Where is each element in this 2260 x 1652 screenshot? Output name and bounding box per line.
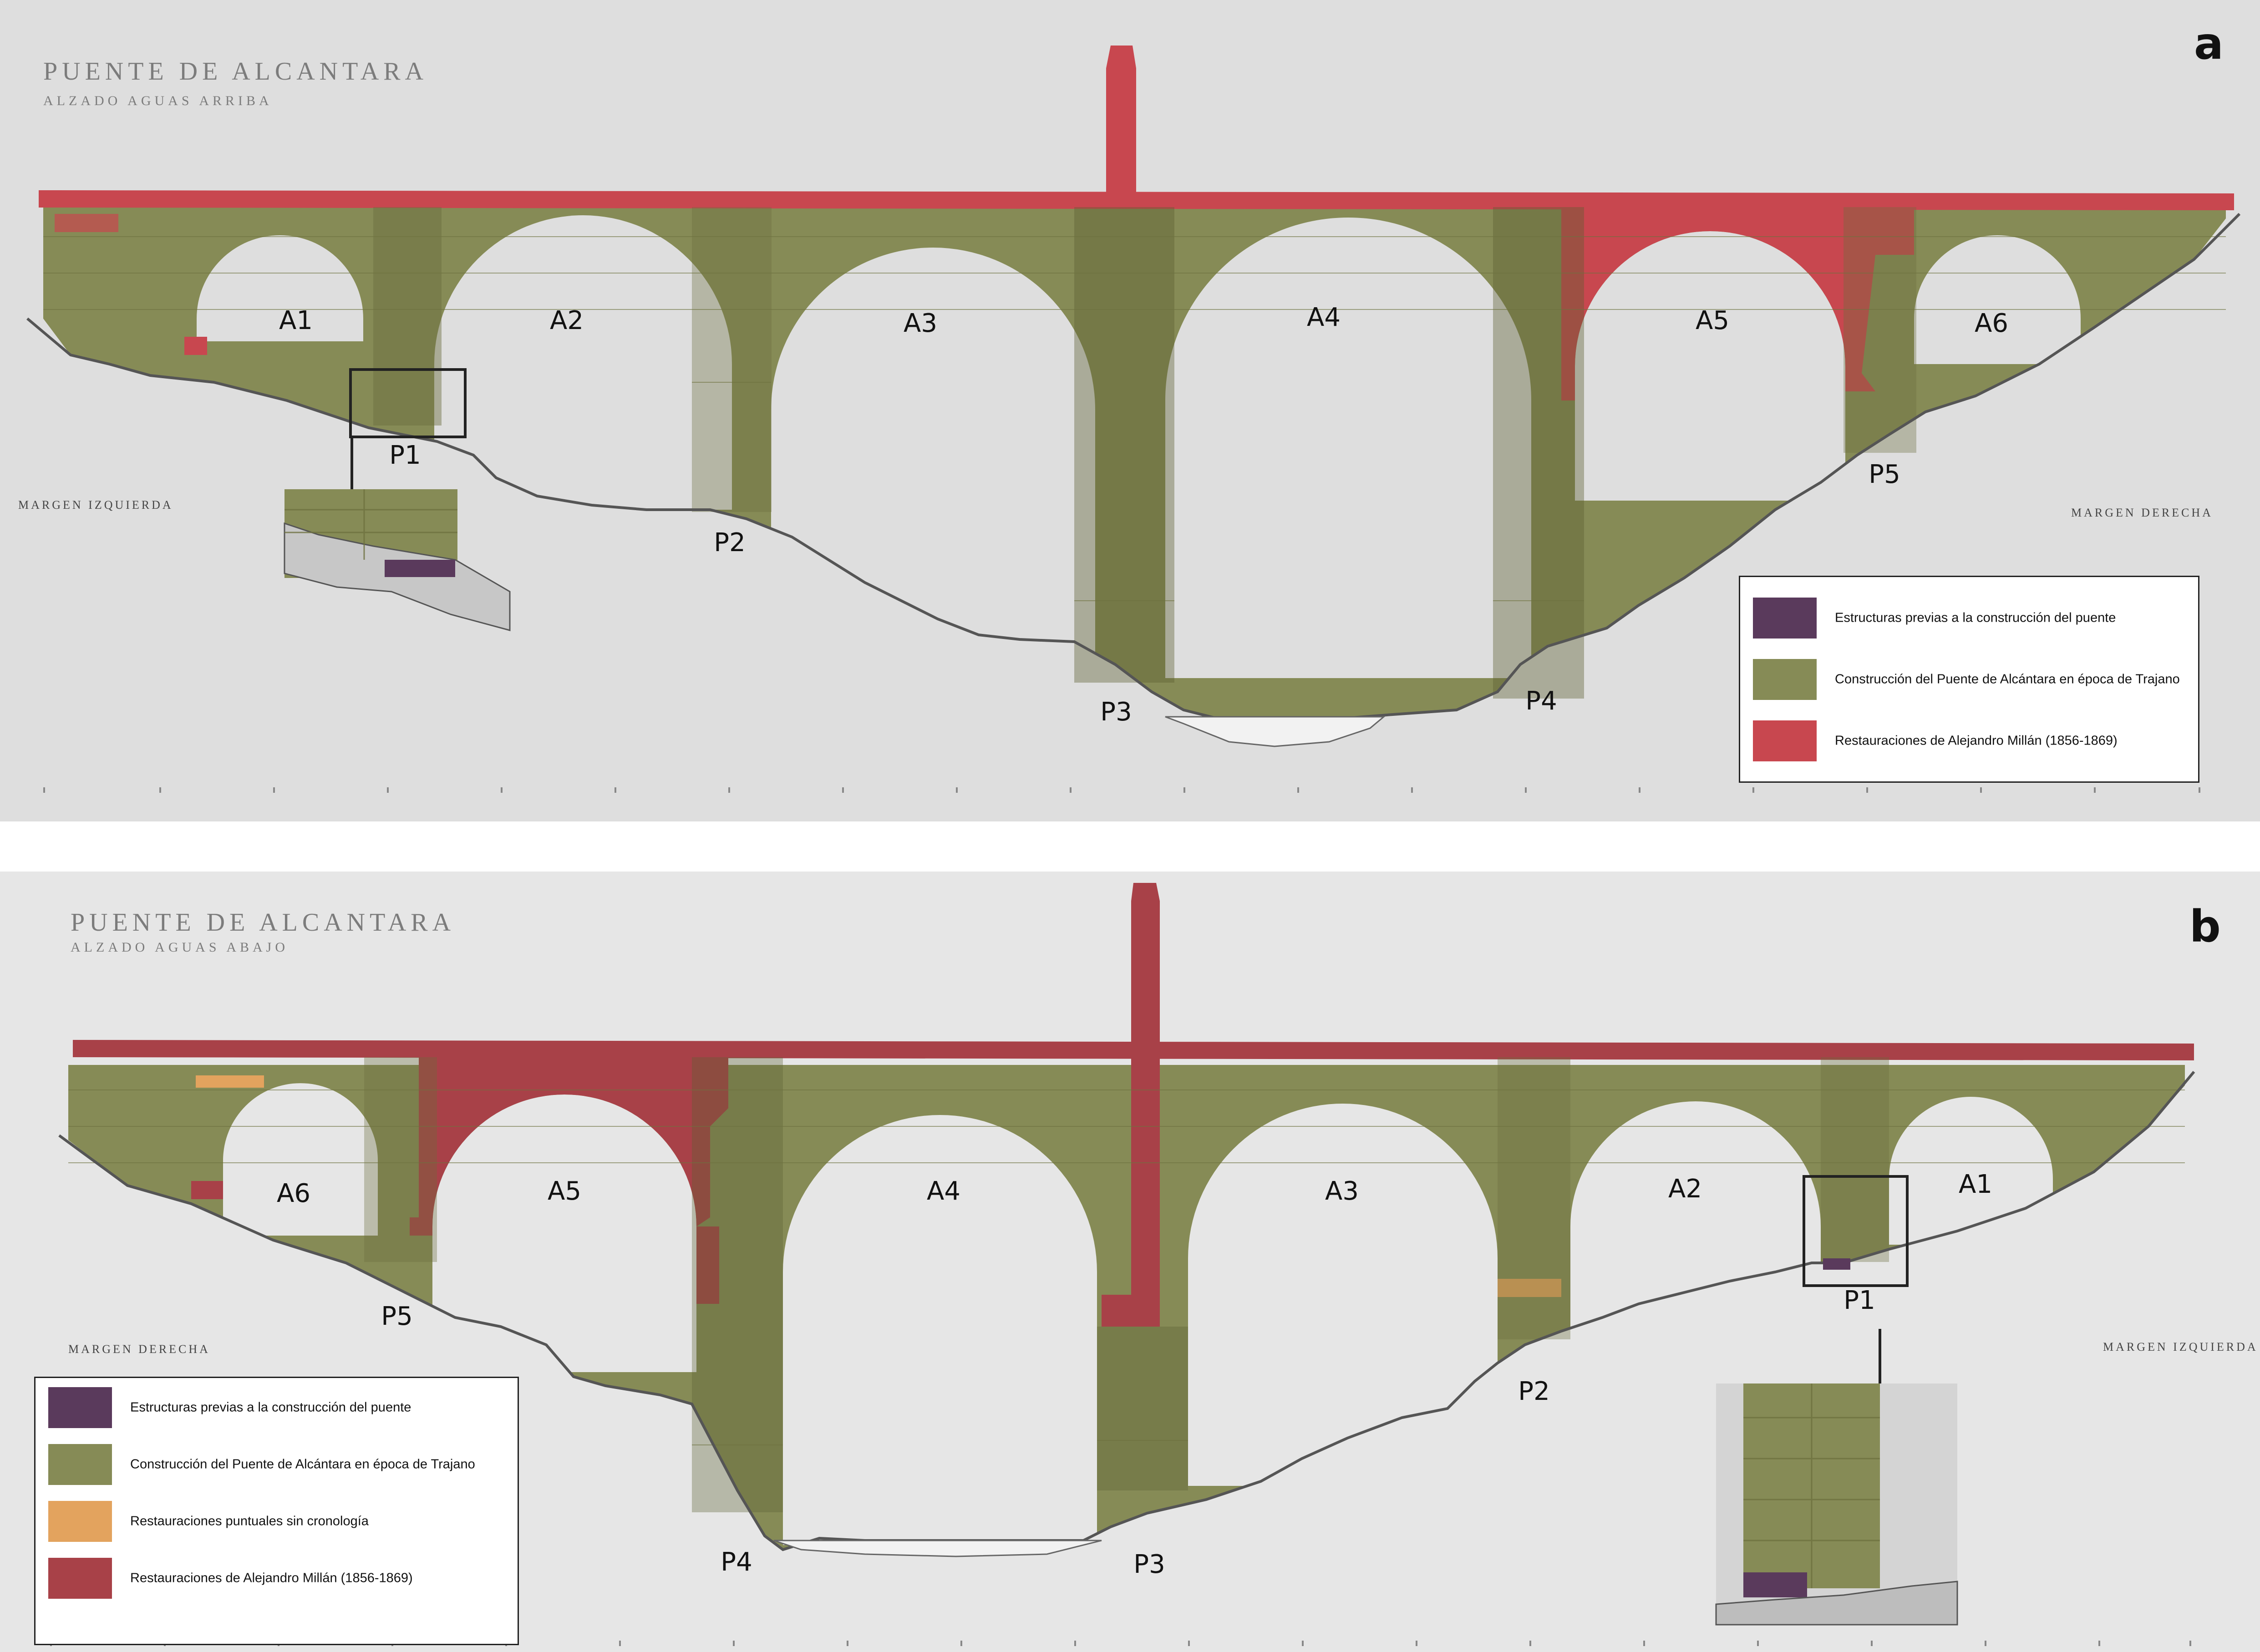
- p1-detail-inset: [284, 489, 511, 631]
- arch-label: A1: [279, 306, 313, 335]
- panel-b-downstream-elevation: PUENTE DE ALCANTARA ALZADO AGUAS ABAJO b…: [0, 872, 2260, 1652]
- legend: Estructuras previas a la construcción de…: [1739, 576, 2199, 783]
- legend-label: Construcción del Puente de Alcántara en …: [1835, 672, 2180, 687]
- arch-label: A2: [550, 306, 584, 335]
- orange-patch: [196, 1075, 264, 1088]
- margin-left-label: MARGEN IZQUIERDA: [18, 498, 173, 512]
- legend: Estructuras previas a la construcción de…: [34, 1377, 519, 1645]
- legend-swatch: [48, 1387, 112, 1428]
- drawing-title: PUENTE DE ALCANTARA: [43, 57, 428, 86]
- arch-label: A6: [1975, 309, 2008, 338]
- legend-item: Construcción del Puente de Alcántara en …: [48, 1444, 508, 1485]
- legend-item: Construcción del Puente de Alcántara en …: [1753, 659, 2189, 700]
- legend-swatch: [48, 1558, 112, 1599]
- arch-label: A5: [1696, 306, 1729, 335]
- pier-label: P3: [1100, 697, 1132, 727]
- legend-label: Estructuras previas a la construcción de…: [1835, 610, 2116, 625]
- drawing-subtitle: ALZADO AGUAS ARRIBA: [43, 93, 273, 108]
- arch-label: A5: [548, 1176, 581, 1206]
- legend-label: Restauraciones de Alejandro Millán (1856…: [130, 1571, 413, 1586]
- pier-label: P4: [1525, 686, 1557, 716]
- arch-label: A3: [1325, 1176, 1359, 1206]
- arch-label: A6: [277, 1179, 310, 1208]
- legend-label: Restauraciones de Alejandro Millán (1856…: [1835, 733, 2118, 748]
- margin-right-label: MARGEN DERECHA: [2071, 506, 2213, 519]
- arch-label: A2: [1668, 1174, 1702, 1204]
- legend-swatch: [48, 1501, 112, 1542]
- legend-swatch: [1753, 659, 1817, 700]
- arch-label: A3: [904, 309, 937, 338]
- p1-detail-inset: [1715, 1383, 1958, 1626]
- pier-label: P4: [721, 1547, 752, 1577]
- arch-label: A4: [1307, 303, 1341, 332]
- legend-item: Estructuras previas a la construcción de…: [48, 1387, 508, 1428]
- pier-label: P2: [1518, 1377, 1550, 1406]
- legend-label: Restauraciones puntuales sin cronología: [130, 1514, 369, 1529]
- legend-item: Restauraciones de Alejandro Millán (1856…: [48, 1558, 508, 1599]
- margin-left-label: MARGEN DERECHA: [68, 1343, 210, 1356]
- legend-swatch: [48, 1444, 112, 1485]
- drawing-title: PUENTE DE ALCANTARA: [71, 908, 456, 937]
- arch-label: A4: [927, 1176, 960, 1206]
- pier-label: P5: [1869, 460, 1900, 489]
- legend-label: Estructuras previas a la construcción de…: [130, 1400, 411, 1415]
- arch-label: A1: [1959, 1170, 1992, 1199]
- pier-label: P3: [1133, 1550, 1165, 1579]
- pier-label: P1: [1844, 1286, 1875, 1315]
- pier-label: P5: [381, 1302, 413, 1331]
- margin-right-label: MARGEN IZQUIERDA: [2103, 1340, 2258, 1353]
- legend-item: Estructuras previas a la construcción de…: [1753, 598, 2189, 639]
- legend-item: Restauraciones puntuales sin cronología: [48, 1501, 508, 1542]
- panel-letter: b: [2189, 901, 2221, 952]
- legend-item: Restauraciones de Alejandro Millán (1856…: [1753, 720, 2189, 761]
- legend-label: Construcción del Puente de Alcántara en …: [130, 1457, 475, 1472]
- pier-label: P2: [714, 528, 746, 557]
- legend-swatch: [1753, 720, 1817, 761]
- pier-label: P1: [389, 441, 421, 470]
- panel-letter: a: [2194, 18, 2224, 69]
- triumphal-arch-tower: [1106, 46, 1136, 200]
- legend-swatch: [1753, 598, 1817, 639]
- panel-a-upstream-elevation: PUENTE DE ALCANTARA ALZADO AGUAS ARRIBA …: [0, 0, 2260, 821]
- drawing-subtitle: ALZADO AGUAS ABAJO: [71, 940, 289, 955]
